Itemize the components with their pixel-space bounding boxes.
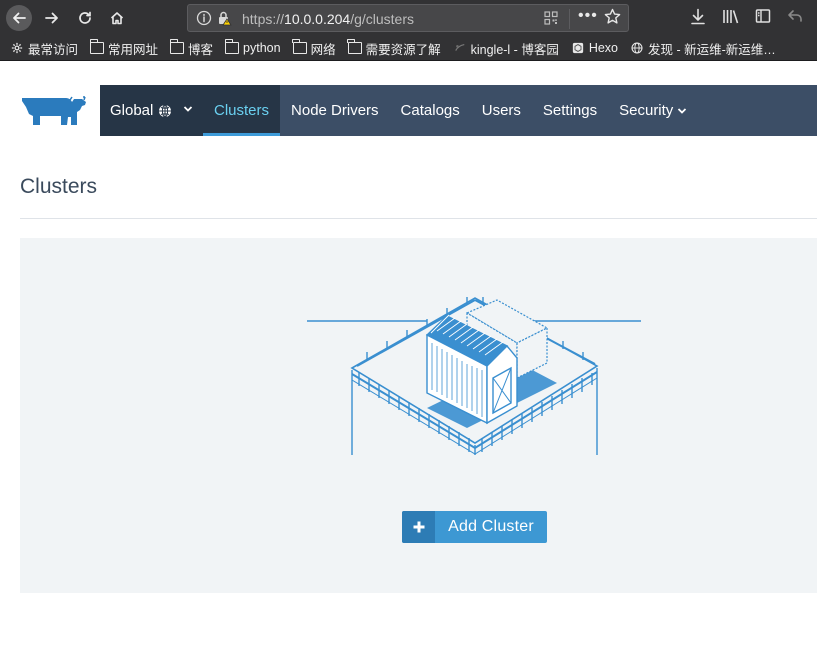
download-icon[interactable] [690,8,706,30]
browser-toolbar: https://10.0.0.204/g/clusters ••• [0,0,817,36]
bookmark-folder[interactable]: python [224,39,281,55]
bookmark-label: 网络 [310,42,336,57]
gear-icon [11,42,23,54]
page-title: Clusters [20,175,98,198]
bookmark-folder[interactable]: 常用网址 [89,39,159,58]
bookmarks-bar: 最常访问 常用网址 博客 python 网络 需要资源了解 kingle-l -… [0,36,817,61]
insecure-lock-icon[interactable] [216,10,232,26]
folder-icon [292,39,307,54]
tab-label: Users [481,102,521,119]
tab-label: Clusters [214,102,270,119]
back-button[interactable] [6,5,32,31]
global-scope-dropdown[interactable]: Global [100,85,203,136]
folder-icon [224,39,240,54]
add-cluster-button[interactable]: Add Cluster [402,511,547,543]
bookmark-label: Hexo [588,41,619,55]
global-label: Global [110,102,154,119]
arrow-right-icon [45,12,58,24]
forward-button[interactable] [40,6,64,30]
site-icon [454,43,465,51]
star-icon[interactable] [604,8,621,30]
chevron-down-icon [183,106,193,112]
folder-icon [89,39,105,54]
tab-node-drivers[interactable]: Node Drivers [280,85,390,136]
tab-label: Catalogs [400,102,460,119]
bookmark-label: 博客 [188,42,214,57]
globe-icon [631,42,643,54]
main-nav: Global Clusters Node Drivers Catalogs Us… [100,85,817,136]
reload-icon [79,11,91,24]
folder-icon [169,39,185,54]
qr-code-icon[interactable] [544,11,558,25]
info-icon[interactable] [196,10,212,26]
tab-label: Settings [542,102,598,119]
arrow-left-icon [13,12,26,24]
reload-button[interactable] [73,6,97,30]
bookmark-label: 常用网址 [108,42,159,57]
empty-state-panel: Add Cluster [20,238,817,593]
app-header: Global Clusters Node Drivers Catalogs Us… [0,85,817,136]
url-path: /g/clusters [350,11,415,27]
tab-users[interactable]: Users [471,85,532,136]
bookmark-site[interactable]: Hexo [571,41,618,55]
address-bar[interactable]: https://10.0.0.204/g/clusters ••• [187,4,629,32]
bookmark-folder[interactable]: 博客 [169,39,214,58]
tab-label: Security [619,102,674,119]
bookmark-label: 发现 - 新运维-新运维… [648,42,776,57]
divider [20,218,817,219]
bookmark-label: 需要资源了解 [365,42,441,57]
url-prefix: https:// [242,11,285,27]
farm-illustration [307,297,641,455]
url-text[interactable]: https://10.0.0.204/g/clusters [242,11,414,27]
folder-icon [347,39,362,54]
rancher-logo[interactable] [20,95,88,127]
bookmark-folder[interactable]: 网络 [292,39,336,58]
tab-catalogs[interactable]: Catalogs [390,85,471,136]
bookmark-most-visited[interactable]: 最常访问 [10,39,78,58]
add-cluster-label: Add Cluster [448,518,534,535]
bookmark-label: 最常访问 [28,42,79,57]
bookmark-site[interactable]: kingle-l - 博客园 [453,39,559,58]
sidebar-icon[interactable] [755,8,771,28]
globe-icon [159,104,172,117]
more-actions-icon[interactable]: ••• [578,7,598,25]
plus-icon [402,511,435,543]
undo-icon[interactable] [787,8,803,28]
bookmark-label: kingle-l - 博客园 [470,42,559,57]
bookmark-site[interactable]: 发现 - 新运维-新运维… [630,39,776,58]
tab-security[interactable]: Security [608,85,698,136]
home-icon [110,12,124,25]
bookmark-label: python [243,41,281,55]
url-host: 10.0.0.204 [284,11,351,27]
bookmark-folder[interactable]: 需要资源了解 [347,39,441,58]
tab-label: Node Drivers [291,102,379,119]
tab-clusters[interactable]: Clusters [203,85,281,136]
hexo-icon [572,42,583,54]
home-button[interactable] [105,6,129,30]
chevron-down-icon [678,107,687,114]
divider [569,9,570,29]
tab-settings[interactable]: Settings [532,85,608,136]
library-icon[interactable] [722,8,740,30]
